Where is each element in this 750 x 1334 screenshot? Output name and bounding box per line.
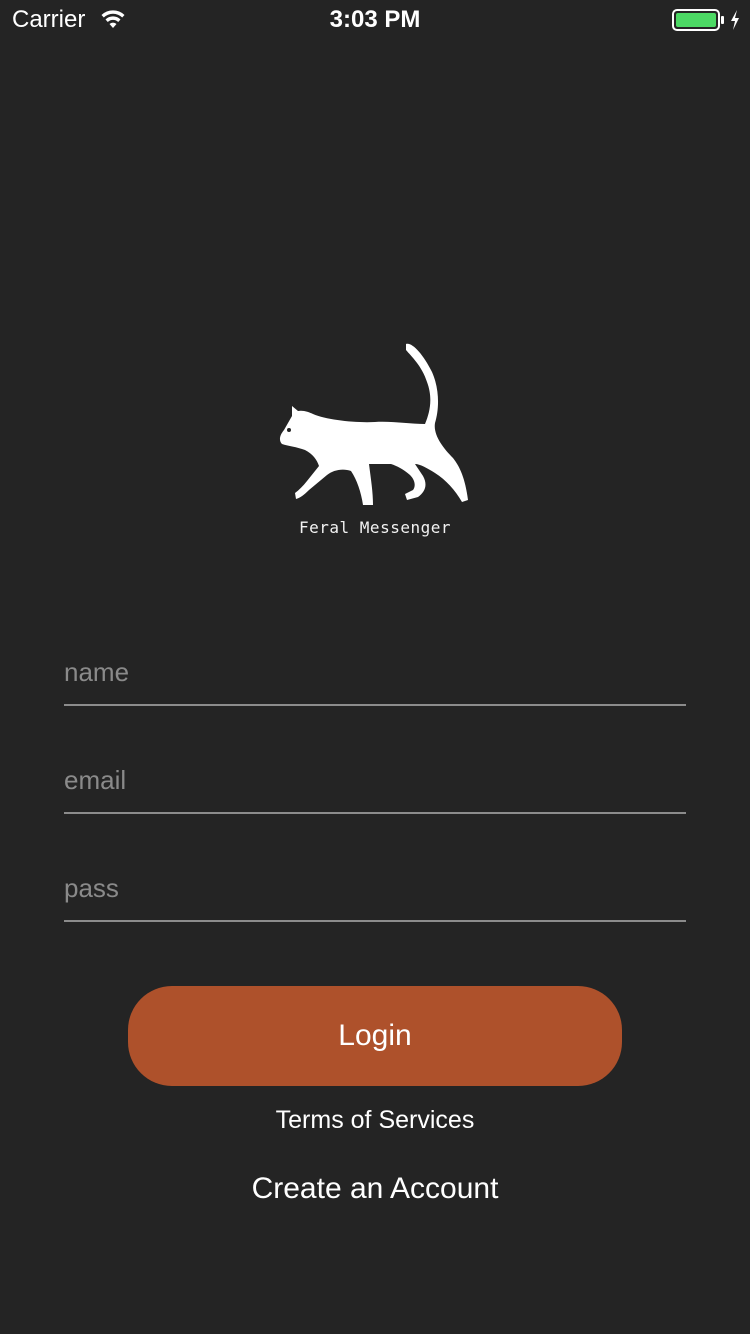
status-bar: Carrier 3:03 PM: [0, 0, 750, 40]
name-input[interactable]: [64, 642, 686, 702]
cat-icon: [279, 343, 468, 505]
terms-of-services-link[interactable]: Terms of Services: [0, 1106, 750, 1135]
create-account-link[interactable]: Create an Account: [0, 1172, 750, 1206]
login-button[interactable]: Login: [128, 986, 622, 1086]
battery-charging-icon: [672, 9, 724, 31]
status-time: 3:03 PM: [329, 6, 421, 33]
password-field[interactable]: [64, 858, 686, 922]
email-field[interactable]: [64, 750, 686, 814]
app-name: Feral Messenger: [299, 518, 451, 537]
name-field[interactable]: [64, 642, 686, 706]
password-input[interactable]: [64, 858, 686, 918]
email-input[interactable]: [64, 750, 686, 810]
login-button-label: Login: [338, 1019, 412, 1052]
charging-bolt-icon: [731, 10, 739, 30]
